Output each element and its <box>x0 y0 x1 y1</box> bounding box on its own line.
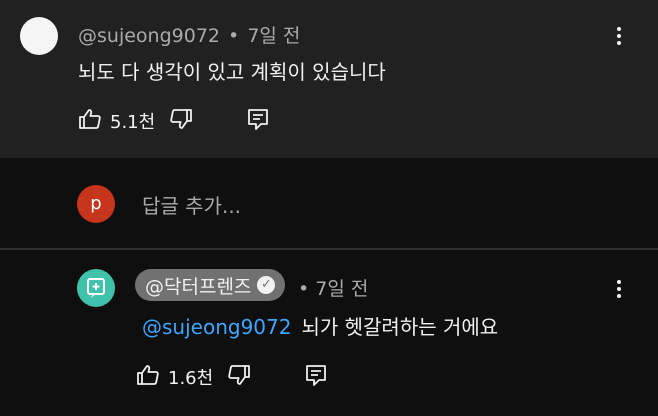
reply-time[interactable]: 7일 전 <box>315 278 368 300</box>
comment-thread: @sujeong9072 • 7일 전 뇌도 다 생각이 있고 계획이 있습니다… <box>0 0 658 158</box>
reply-more-icon[interactable] <box>616 280 622 302</box>
commenter-avatar[interactable] <box>20 17 58 55</box>
like-count: 5.1천 <box>110 112 156 133</box>
comment-author[interactable]: @sujeong9072 <box>78 25 220 47</box>
reply-meta: • 7일 전 <box>298 274 368 301</box>
mention-link[interactable]: @sujeong9072 <box>142 315 291 339</box>
reply-input[interactable]: 답글 추가... <box>142 190 241 219</box>
verified-check-icon: ✓ <box>257 276 276 294</box>
meta-separator: • <box>298 278 310 300</box>
user-avatar: p <box>77 185 115 223</box>
like-count: 1.6천 <box>168 368 214 389</box>
reply-text: 뇌가 헷갈려하는 거에요 <box>301 315 499 339</box>
reply-author: @닥터프렌즈 <box>145 275 252 298</box>
comment-time[interactable]: 7일 전 <box>247 25 300 47</box>
reply-actions: 1.6천 <box>136 363 327 391</box>
meta-separator: • <box>228 25 240 47</box>
channel-author-chip[interactable]: @닥터프렌즈 ✓ <box>135 269 286 301</box>
channel-logo-icon <box>87 278 105 298</box>
reply-icon[interactable] <box>247 107 269 135</box>
channel-avatar[interactable] <box>77 269 115 307</box>
comment-more-icon[interactable] <box>616 27 622 49</box>
thumbs-down-icon[interactable] <box>227 363 251 391</box>
divider <box>0 248 658 250</box>
thumbs-up-icon[interactable] <box>78 107 102 135</box>
reply-icon[interactable] <box>305 363 327 391</box>
comment-actions: 5.1천 <box>78 107 269 135</box>
reply-text-line: @sujeong9072 뇌가 헷갈려하는 거에요 <box>142 311 498 340</box>
comment-meta: @sujeong9072 • 7일 전 <box>78 21 300 48</box>
thumbs-up-icon[interactable] <box>136 363 160 391</box>
comment-text: 뇌도 다 생각이 있고 계획이 있습니다 <box>78 60 386 84</box>
thumbs-down-icon[interactable] <box>169 107 193 135</box>
